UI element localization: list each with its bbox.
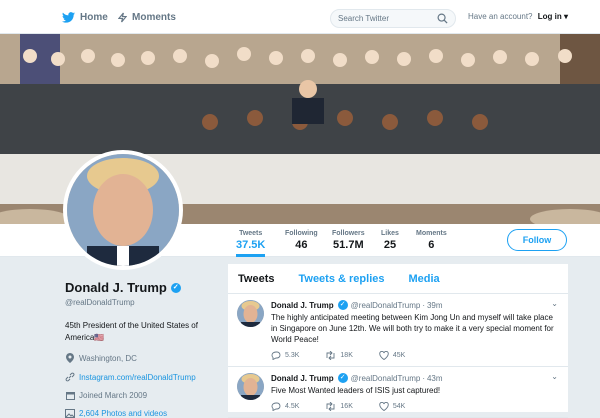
profile-media-link[interactable]: 2,604 Photos and videos bbox=[79, 409, 167, 418]
tab-tweets[interactable]: Tweets bbox=[238, 273, 274, 285]
search-placeholder: Search Twitter bbox=[338, 14, 389, 23]
profile-joined: Joined March 2009 bbox=[65, 391, 215, 400]
stat-label: Tweets bbox=[239, 230, 263, 237]
stat-followers[interactable]: Followers 51.7M bbox=[332, 230, 365, 251]
stat-value: 46 bbox=[295, 239, 308, 251]
tweet-time[interactable]: 39m bbox=[427, 301, 443, 310]
tweet-author[interactable]: Donald J. Trump bbox=[271, 374, 334, 383]
tweet-text: The highly anticipated meeting between K… bbox=[271, 313, 554, 344]
avatar[interactable] bbox=[63, 150, 183, 270]
chevron-down-icon[interactable]: ⌄ bbox=[551, 299, 558, 308]
heart-icon bbox=[379, 402, 389, 411]
stat-following[interactable]: Following 46 bbox=[285, 230, 318, 251]
reply-icon bbox=[271, 402, 281, 411]
reply-icon bbox=[271, 351, 281, 360]
tweet-actions: 5.3K 18K 45K bbox=[271, 351, 558, 360]
timeline: Tweets Tweets & replies Media Donald J. … bbox=[228, 264, 568, 418]
top-navigation-bar: Home Moments Search Twitter Have an acco… bbox=[0, 0, 600, 34]
profile-sidebar: Donald J. Trump ✓ @realDonaldTrump 45th … bbox=[65, 280, 215, 418]
chevron-down-icon[interactable]: ⌄ bbox=[551, 372, 558, 381]
reply-count: 4.5K bbox=[285, 403, 300, 410]
tweet[interactable]: Donald J. Trump ✓ @realDonaldTrump · 39m… bbox=[228, 294, 568, 367]
like-count: 54K bbox=[392, 403, 406, 410]
profile-location: Washington, DC bbox=[65, 353, 215, 363]
stat-value: 25 bbox=[383, 239, 397, 251]
profile-joined-text: Joined March 2009 bbox=[79, 391, 148, 400]
retweet-icon bbox=[326, 351, 335, 360]
profile-website-link[interactable]: Instagram.com/realDonaldTrump bbox=[79, 373, 196, 382]
stat-value: 37.5K bbox=[236, 239, 266, 251]
location-pin-icon bbox=[65, 353, 75, 363]
link-icon bbox=[65, 372, 75, 382]
tweet-text: Five Most Wanted leaders of ISIS just ca… bbox=[271, 386, 441, 395]
nav-home-label: Home bbox=[80, 11, 108, 23]
like-count: 45K bbox=[392, 352, 406, 359]
tweet[interactable]: Donald J. Trump ✓ @realDonaldTrump · 43m… bbox=[228, 367, 568, 418]
account-prompt-text: Have an account? bbox=[468, 12, 533, 21]
nav-moments-label: Moments bbox=[132, 11, 176, 23]
search-input[interactable]: Search Twitter bbox=[330, 9, 456, 28]
profile-bio: 45th President of the United States of A… bbox=[65, 321, 198, 342]
profile-name-row: Donald J. Trump ✓ bbox=[65, 280, 215, 295]
retweet-button[interactable]: 16K bbox=[325, 402, 353, 411]
stat-label: Moments bbox=[416, 230, 447, 237]
profile-name: Donald J. Trump bbox=[65, 280, 167, 295]
tab-media[interactable]: Media bbox=[408, 273, 439, 285]
search-icon[interactable] bbox=[437, 13, 448, 30]
profile-media: 2,604 Photos and videos bbox=[65, 409, 215, 418]
heart-icon bbox=[379, 351, 389, 360]
like-button[interactable]: 54K bbox=[379, 402, 405, 411]
tweet-avatar[interactable] bbox=[237, 300, 264, 327]
tab-tweets-replies[interactable]: Tweets & replies bbox=[298, 273, 384, 285]
reply-button[interactable]: 4.5K bbox=[271, 402, 299, 411]
profile-website: Instagram.com/realDonaldTrump bbox=[65, 372, 215, 382]
tweet-header: Donald J. Trump ✓ @realDonaldTrump · 43m bbox=[271, 373, 558, 383]
nav-home[interactable]: Home bbox=[62, 0, 108, 34]
verified-badge-icon: ✓ bbox=[337, 300, 348, 310]
tweet-separator: · bbox=[422, 300, 425, 310]
stat-moments[interactable]: Moments 6 bbox=[416, 230, 447, 251]
lightning-icon bbox=[118, 12, 127, 23]
stat-label: Likes bbox=[381, 230, 399, 237]
like-button[interactable]: 45K bbox=[379, 351, 405, 360]
retweet-count: 16K bbox=[340, 403, 353, 410]
account-prompt: Have an account? Log in ▾ bbox=[468, 12, 568, 21]
timeline-tabs: Tweets Tweets & replies Media bbox=[228, 264, 568, 294]
calendar-icon bbox=[65, 391, 75, 400]
tweet-handle[interactable]: @realDonaldTrump bbox=[351, 374, 421, 383]
stat-tweets[interactable]: Tweets 37.5K bbox=[236, 230, 266, 257]
stat-label: Following bbox=[285, 230, 318, 237]
tweet-avatar[interactable] bbox=[237, 373, 264, 400]
nav-moments[interactable]: Moments bbox=[118, 0, 176, 34]
follow-button[interactable]: Follow bbox=[507, 229, 567, 251]
reply-count: 5.3K bbox=[285, 352, 300, 359]
verified-badge-icon: ✓ bbox=[337, 373, 348, 383]
retweet-button[interactable]: 18K bbox=[325, 351, 353, 360]
stat-value: 6 bbox=[428, 239, 435, 251]
reply-button[interactable]: 5.3K bbox=[271, 351, 299, 360]
tweet-author[interactable]: Donald J. Trump bbox=[271, 301, 334, 310]
profile-location-text: Washington, DC bbox=[79, 353, 137, 363]
twitter-bird-icon bbox=[62, 11, 75, 23]
tweet-header: Donald J. Trump ✓ @realDonaldTrump · 39m bbox=[271, 300, 558, 310]
tweet-handle[interactable]: @realDonaldTrump bbox=[351, 301, 421, 310]
stat-likes[interactable]: Likes 25 bbox=[381, 230, 399, 251]
stat-label: Followers bbox=[332, 230, 365, 237]
login-link[interactable]: Log in ▾ bbox=[538, 12, 568, 21]
verified-badge-icon: ✓ bbox=[170, 282, 181, 293]
stat-value: 51.7M bbox=[333, 239, 364, 251]
tweet-separator: · bbox=[422, 373, 425, 383]
tweet-time[interactable]: 43m bbox=[427, 374, 443, 383]
profile-handle: @realDonaldTrump bbox=[65, 298, 135, 307]
retweet-icon bbox=[326, 402, 335, 411]
photo-icon bbox=[65, 409, 75, 418]
tweet-actions: 4.5K 16K 54K bbox=[271, 402, 558, 411]
retweet-count: 18K bbox=[340, 352, 353, 359]
